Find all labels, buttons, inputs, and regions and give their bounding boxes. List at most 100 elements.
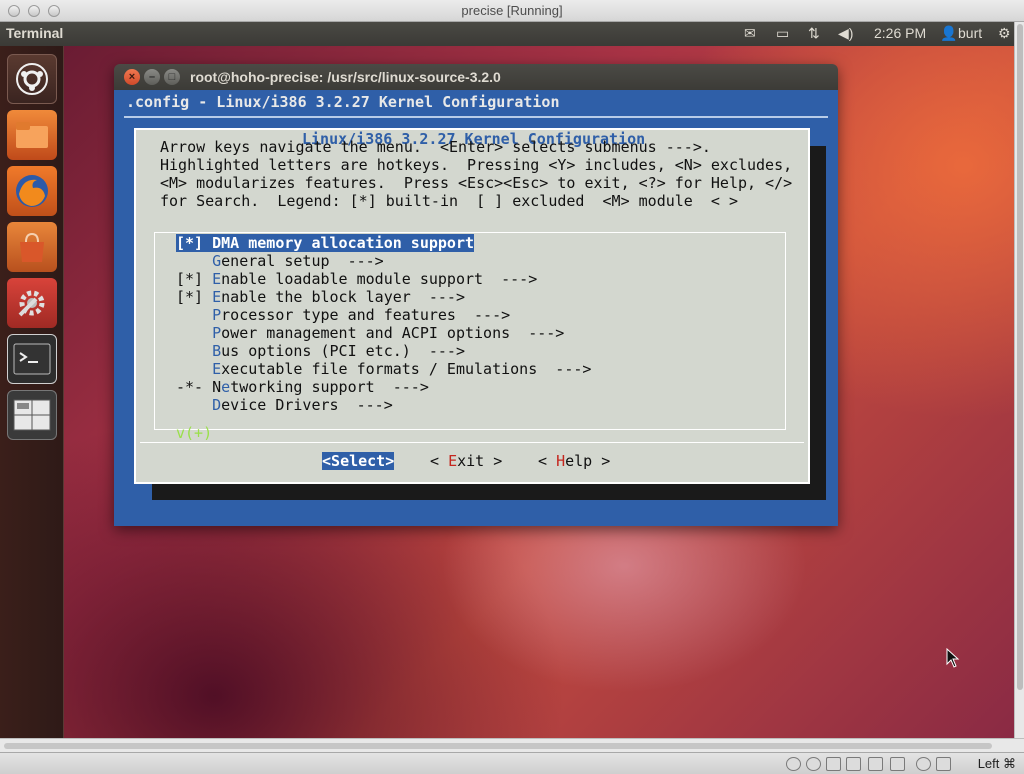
display-icon[interactable]	[890, 757, 905, 771]
help-line: for Search. Legend: [*] built-in [ ] exc…	[160, 192, 738, 210]
software-center-icon[interactable]	[7, 222, 57, 272]
terminal-window: × – □ root@hoho-precise: /usr/src/linux-…	[114, 64, 838, 526]
menu-item-hotkey: B	[212, 342, 222, 360]
menu-item[interactable]: [*] Enable loadable module support --->	[176, 270, 537, 288]
menu-item[interactable]: Processor type and features --->	[176, 306, 510, 324]
hard-disk-icon[interactable]	[786, 757, 801, 771]
terminal-title: root@hoho-precise: /usr/src/linux-source…	[190, 69, 501, 85]
optical-drive-icon[interactable]	[806, 757, 821, 771]
volume-icon[interactable]: ◀)	[838, 25, 853, 42]
menu-item-state	[176, 324, 212, 342]
menu-item-hotkey: D	[212, 396, 222, 414]
host-window-title: precise [Running]	[461, 3, 563, 18]
menu-item-hotkey: E	[212, 270, 222, 288]
exit-button[interactable]: < Exit >	[430, 452, 502, 470]
menu-item[interactable]: Power management and ACPI options --->	[176, 324, 564, 342]
menu-item-state: [*]	[176, 288, 213, 306]
unity-launcher	[0, 46, 64, 738]
menu-item-state	[176, 360, 212, 378]
maximize-icon[interactable]: □	[164, 69, 180, 85]
terminal-titlebar[interactable]: × – □ root@hoho-precise: /usr/src/linux-…	[114, 64, 838, 90]
menu-item-state: -*-	[176, 378, 213, 396]
minimize-icon[interactable]: –	[144, 69, 160, 85]
menu-item-label: us options (PCI etc.)	[221, 342, 411, 360]
help-line: <M> modularizes features. Press <Esc><Es…	[160, 174, 793, 192]
submenu-arrow: --->	[483, 270, 538, 288]
menu-item-hotkey: P	[212, 324, 222, 342]
more-items-indicator: v(+)	[176, 424, 213, 442]
help-line: Arrow keys navigate the menu. <Enter> se…	[160, 138, 711, 156]
ubuntu-top-panel: Terminal ✉ ▭ ⇅ ◀) 2:26 PM 👤 burt ⚙	[0, 22, 1014, 46]
header-divider	[124, 116, 828, 118]
menu-item-label: N	[212, 378, 222, 396]
terminal-icon[interactable]	[7, 334, 57, 384]
panel-clock[interactable]: 2:26 PM	[874, 25, 926, 41]
battery-icon[interactable]: ▭	[776, 25, 789, 42]
menu-item-label: evice Drivers	[221, 396, 339, 414]
menu-item-state	[176, 342, 212, 360]
menu-item-hotkey: G	[212, 252, 222, 270]
minimize-window-button[interactable]	[28, 5, 40, 17]
panel-app-title: Terminal	[6, 25, 64, 41]
usb-icon[interactable]	[826, 757, 841, 771]
session-gear-icon[interactable]: ⚙	[998, 25, 1011, 42]
terminal-content[interactable]: .config - Linux/i386 3.2.27 Kernel Confi…	[114, 90, 838, 526]
network-icon[interactable]: ⇅	[808, 25, 820, 42]
menu-item-state	[176, 252, 212, 270]
host-key-label: Left ⌘	[977, 756, 1016, 771]
menu-item[interactable]: -*- Networking support --->	[176, 378, 429, 396]
menu-item[interactable]: Bus options (PCI etc.) --->	[176, 342, 465, 360]
menu-item-state	[176, 306, 212, 324]
workspace-switcher-icon[interactable]	[7, 390, 57, 440]
menu-item[interactable]: Device Drivers --->	[176, 396, 393, 414]
vertical-scrollbar[interactable]	[1014, 22, 1024, 738]
menu-item-label: rocessor type and features	[221, 306, 456, 324]
shared-folders-icon[interactable]	[868, 757, 883, 771]
menu-item-label: nable loadable module support	[221, 270, 484, 288]
submenu-arrow: --->	[410, 342, 465, 360]
keyboard-capture-icon[interactable]	[936, 757, 951, 771]
menu-item-label: MA memory allocation support	[221, 234, 475, 252]
menu-item-state: [*]	[176, 270, 213, 288]
close-icon[interactable]: ×	[124, 69, 140, 85]
menu-item-hotkey: D	[212, 234, 222, 252]
mouse-integration-icon[interactable]	[916, 757, 931, 771]
system-settings-icon[interactable]	[7, 278, 57, 328]
panel-user-name[interactable]: burt	[958, 25, 982, 41]
horizontal-scrollbar[interactable]	[0, 738, 1024, 752]
network-adapter-icon[interactable]	[846, 757, 861, 771]
mail-icon[interactable]: ✉	[744, 25, 756, 42]
menu-item[interactable]: [*] DMA memory allocation support	[176, 234, 475, 252]
menu-item[interactable]: Executable file formats / Emulations ---…	[176, 360, 591, 378]
help-line: Highlighted letters are hotkeys. Pressin…	[160, 156, 793, 174]
menu-item-hotkey: E	[212, 360, 222, 378]
menu-item-state	[176, 396, 212, 414]
button-divider	[140, 442, 804, 443]
menu-item-label: etworking support	[221, 378, 375, 396]
submenu-arrow: --->	[510, 324, 565, 342]
mouse-pointer-icon	[946, 648, 960, 668]
submenu-arrow: --->	[338, 396, 393, 414]
select-button[interactable]: <Select>	[322, 452, 395, 470]
submenu-arrow: --->	[374, 378, 429, 396]
menu-item[interactable]: General setup --->	[176, 252, 384, 270]
vertical-scroll-thumb[interactable]	[1017, 24, 1023, 690]
submenu-arrow: --->	[329, 252, 384, 270]
horizontal-scroll-thumb[interactable]	[4, 743, 992, 749]
menu-item[interactable]: [*] Enable the block layer --->	[176, 288, 465, 306]
files-icon[interactable]	[7, 110, 57, 160]
close-window-button[interactable]	[8, 5, 20, 17]
zoom-window-button[interactable]	[48, 5, 60, 17]
ubuntu-dash-icon[interactable]	[7, 54, 57, 104]
submenu-arrow: --->	[537, 360, 592, 378]
menuconfig-dialog: Linux/i386 3.2.27 Kernel Configuration A…	[134, 128, 810, 484]
help-button[interactable]: < Help >	[538, 452, 610, 470]
firefox-icon[interactable]	[7, 166, 57, 216]
vbox-status-bar: Left ⌘	[0, 752, 1024, 774]
menu-item-label: eneral setup	[221, 252, 330, 270]
config-header: .config - Linux/i386 3.2.27 Kernel Confi…	[126, 93, 560, 111]
menu-item-state: [*]	[176, 234, 213, 252]
user-icon[interactable]: 👤	[940, 25, 957, 42]
host-window-titlebar: precise [Running]	[0, 0, 1024, 22]
menu-item-label: nable the block layer	[221, 288, 411, 306]
